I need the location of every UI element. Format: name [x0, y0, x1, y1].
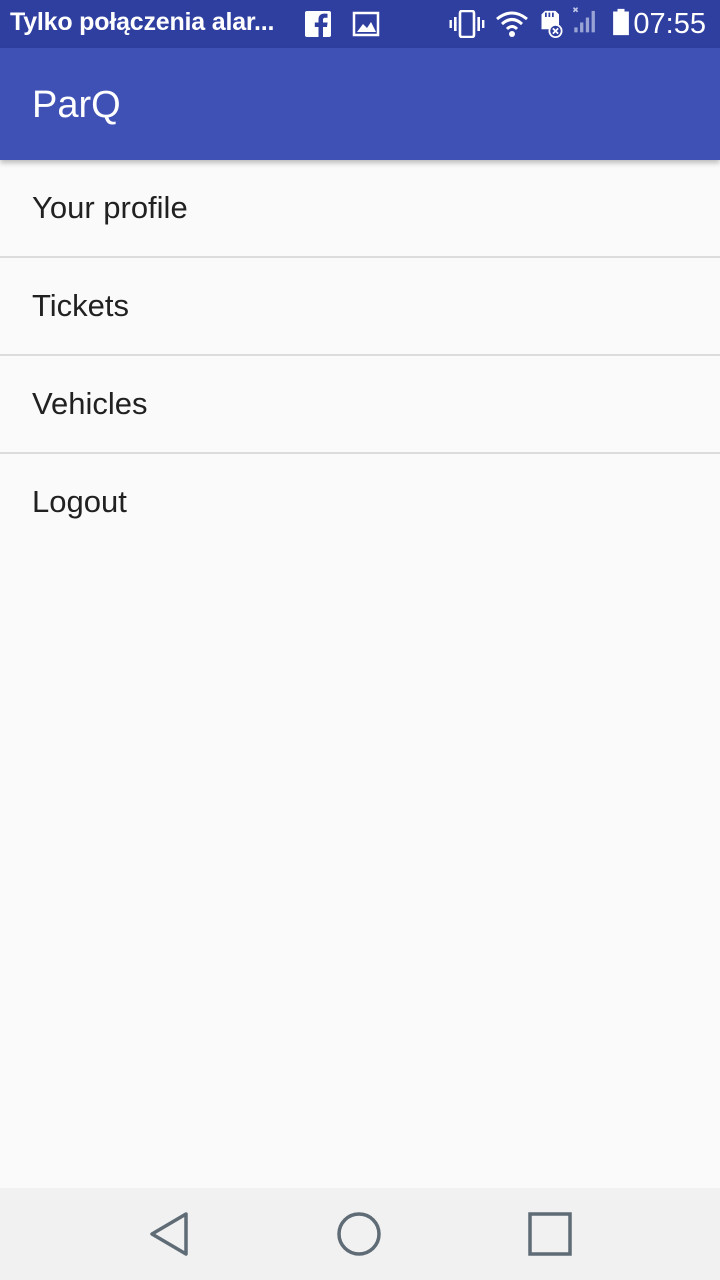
battery-icon: [613, 8, 629, 36]
home-icon[interactable]: [335, 1210, 383, 1258]
menu-item-tickets[interactable]: Tickets: [0, 258, 720, 356]
signal-icon: [572, 7, 595, 33]
menu-item-your-profile[interactable]: Your profile: [0, 160, 720, 258]
status-bar: Tylko połączenia alar... 07:55: [0, 0, 720, 48]
wifi-icon: [496, 11, 528, 37]
menu-list: Your profile Tickets Vehicles Logout: [0, 160, 720, 550]
sd-card-icon: [541, 10, 563, 38]
clock: 07:55: [633, 8, 706, 40]
menu-item-label: Your profile: [32, 190, 188, 225]
app-title: ParQ: [32, 84, 121, 126]
app-bar: ParQ: [0, 48, 720, 160]
facebook-icon: [305, 11, 331, 38]
menu-item-label: Logout: [32, 484, 127, 519]
navigation-bar: [0, 1188, 720, 1280]
menu-item-label: Vehicles: [32, 386, 148, 421]
vibrate-icon: [449, 10, 485, 38]
menu-item-logout[interactable]: Logout: [0, 454, 720, 550]
notification-text: Tylko połączenia alar...: [10, 8, 275, 36]
menu-item-label: Tickets: [32, 288, 130, 323]
image-icon: [352, 11, 380, 37]
menu-item-vehicles[interactable]: Vehicles: [0, 356, 720, 454]
recents-icon[interactable]: [526, 1210, 574, 1258]
back-icon[interactable]: [146, 1210, 194, 1258]
screen: Tylko połączenia alar... 07:55 ParQ Your…: [0, 0, 720, 1280]
